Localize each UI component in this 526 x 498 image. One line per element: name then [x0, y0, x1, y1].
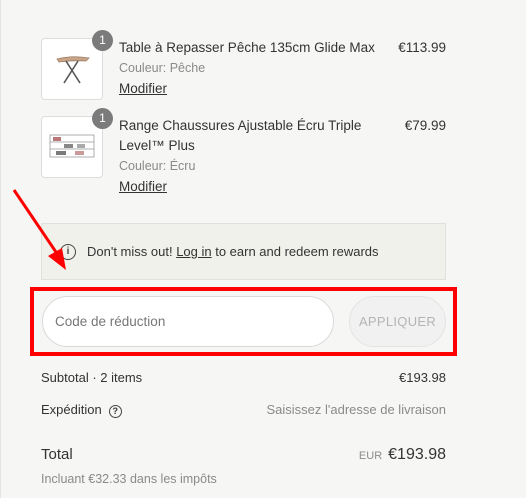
annotation-arrow-icon: [12, 189, 66, 270]
